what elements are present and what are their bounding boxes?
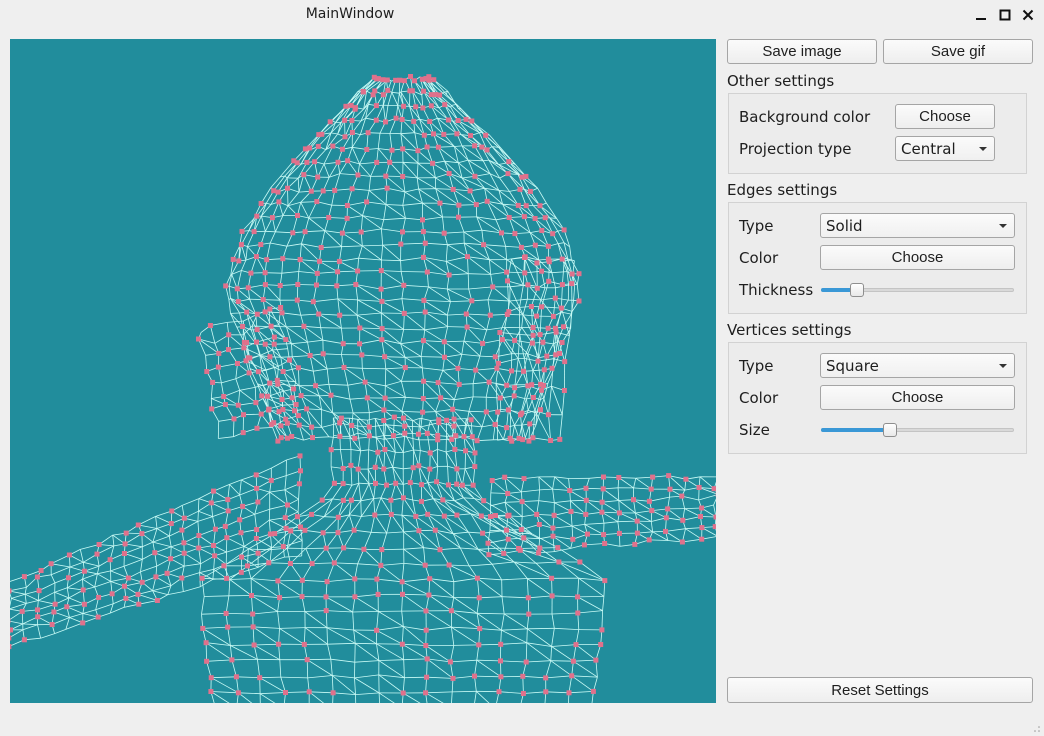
edges-color-button[interactable]: Choose bbox=[820, 245, 1015, 270]
edges-settings-title: Edges settings bbox=[727, 181, 838, 199]
save-image-button[interactable]: Save image bbox=[727, 39, 877, 64]
vertices-settings-title: Vertices settings bbox=[727, 321, 852, 339]
projection-type-label: Projection type bbox=[739, 140, 852, 158]
background-color-label: Background color bbox=[739, 108, 871, 126]
background-color-button[interactable]: Choose bbox=[895, 104, 995, 129]
vertices-color-button[interactable]: Choose bbox=[820, 385, 1015, 410]
vertices-color-label: Color bbox=[739, 389, 779, 407]
edges-type-label: Type bbox=[739, 217, 774, 235]
size-slider-handle[interactable] bbox=[883, 423, 897, 437]
close-icon[interactable] bbox=[1018, 5, 1038, 25]
resize-grip-icon[interactable] bbox=[1033, 725, 1041, 733]
edges-type-value: Solid bbox=[826, 216, 863, 235]
vertices-type-select[interactable]: Square bbox=[820, 353, 1015, 378]
reset-settings-button[interactable]: Reset Settings bbox=[727, 677, 1033, 703]
window-title: MainWindow bbox=[305, 6, 395, 22]
title-bar[interactable]: MainWindow bbox=[0, 0, 1044, 30]
minimize-icon[interactable] bbox=[971, 5, 991, 25]
size-label: Size bbox=[739, 421, 770, 439]
other-settings-title: Other settings bbox=[727, 72, 835, 90]
chevron-down-icon bbox=[999, 224, 1007, 228]
thickness-slider-handle[interactable] bbox=[850, 283, 864, 297]
maximize-icon[interactable] bbox=[995, 5, 1015, 25]
vertices-type-value: Square bbox=[826, 356, 879, 375]
size-slider[interactable] bbox=[821, 422, 1014, 438]
edges-type-select[interactable]: Solid bbox=[820, 213, 1015, 238]
vertices-type-label: Type bbox=[739, 357, 774, 375]
edges-color-label: Color bbox=[739, 249, 779, 267]
wireframe-mesh bbox=[10, 74, 716, 703]
thickness-label: Thickness bbox=[739, 281, 814, 299]
chevron-down-icon bbox=[999, 364, 1007, 368]
chevron-down-icon bbox=[979, 147, 987, 151]
projection-type-value: Central bbox=[901, 139, 956, 158]
thickness-slider[interactable] bbox=[821, 282, 1014, 298]
save-gif-button[interactable]: Save gif bbox=[883, 39, 1033, 64]
render-viewport[interactable] bbox=[10, 39, 716, 703]
projection-type-select[interactable]: Central bbox=[895, 136, 995, 161]
